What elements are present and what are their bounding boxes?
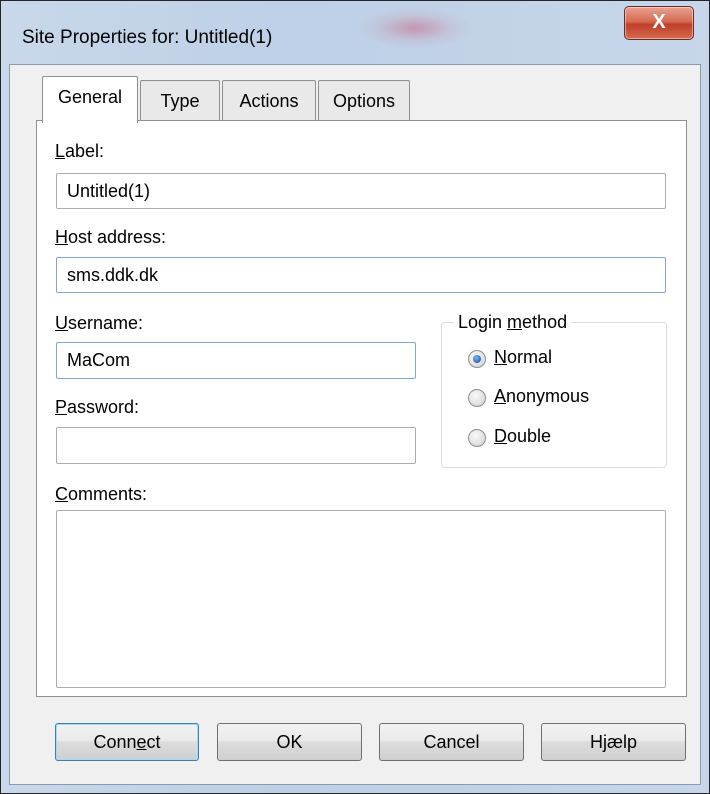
radio-normal[interactable] [468, 350, 486, 368]
tab-type[interactable]: Type [140, 80, 220, 121]
username-input[interactable]: MaCom [56, 342, 416, 379]
cancel-button[interactable]: Cancel [379, 723, 524, 761]
radio-double-label[interactable]: Double [494, 426, 551, 447]
host-address-input[interactable]: sms.ddk.dk [56, 257, 666, 293]
comments-textarea[interactable] [56, 510, 666, 688]
help-button[interactable]: Hjælp [541, 723, 686, 761]
ok-button[interactable]: OK [217, 723, 362, 761]
radio-normal-label[interactable]: Normal [494, 347, 552, 368]
tab-general[interactable]: General [42, 76, 138, 123]
comments-label: Comments: [55, 484, 148, 504]
tab-general-label: General [57, 87, 123, 107]
host-address-label: Host address: [55, 227, 167, 247]
tab-actions-label: Actions [239, 91, 299, 111]
radio-anonymous-label[interactable]: Anonymous [494, 386, 589, 407]
close-icon[interactable]: X [652, 11, 665, 33]
window-title: Site Properties for: Untitled(1) [22, 27, 273, 48]
login-method-legend: Login method [454, 312, 572, 333]
password-input[interactable] [56, 427, 416, 464]
radio-double[interactable] [468, 429, 486, 447]
label-input[interactable]: Untitled(1) [56, 173, 666, 209]
username-label: Username: [55, 313, 144, 333]
tab-type-label: Type [160, 91, 200, 111]
tab-options[interactable]: Options [318, 80, 410, 121]
title-bar-glow [360, 8, 470, 48]
tab-options-label: Options [332, 91, 396, 111]
password-label: Password: [55, 397, 140, 417]
radio-anonymous[interactable] [468, 389, 486, 407]
tab-actions[interactable]: Actions [222, 80, 316, 121]
connect-button[interactable]: Connect [55, 723, 199, 761]
close-button[interactable]: X [624, 6, 694, 40]
label-field-label: Label: [55, 141, 105, 161]
